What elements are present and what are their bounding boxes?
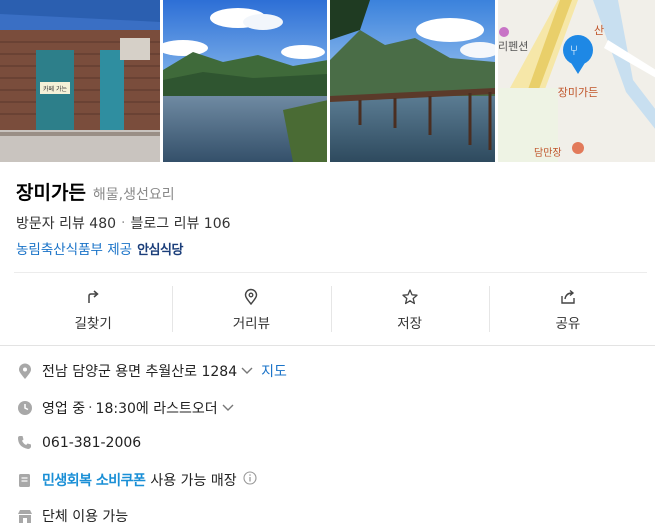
action-bar: 길찾기 거리뷰 저장 공유 xyxy=(14,286,647,334)
group-row: 단체 이용 가능 xyxy=(16,506,128,526)
certification[interactable]: 농림축산식품부 제공 안심식당 xyxy=(16,238,183,258)
directions-button[interactable]: 길찾기 xyxy=(14,286,172,334)
coupon-row: 민생회복 소비쿠폰 사용 가능 매장 xyxy=(16,470,257,490)
info-circle-icon[interactable] xyxy=(243,471,257,489)
map-nearby-label: 담만장 xyxy=(534,147,562,159)
group-text: 단체 이용 가능 xyxy=(42,509,129,525)
place-category: 해물,생선요리 xyxy=(92,187,175,203)
share-button[interactable]: 공유 xyxy=(488,286,647,334)
cert-provider: 농림축산식품부 제공 xyxy=(16,242,133,258)
phone-number: 061-381-2006 xyxy=(42,434,142,451)
street-view-label: 거리뷰 xyxy=(232,316,270,332)
place-title: 장미가든 xyxy=(16,182,86,204)
document-icon xyxy=(16,472,33,489)
separator-dot: · xyxy=(88,400,93,416)
map-side-label: 리펜션 xyxy=(498,40,528,53)
share-icon xyxy=(561,289,575,304)
chevron-down-icon[interactable] xyxy=(241,363,253,379)
street-view-icon xyxy=(245,288,258,306)
visitor-reviews-link[interactable]: 방문자 리뷰 480 xyxy=(16,213,116,233)
map-top-label: 산 xyxy=(594,24,604,37)
title-row: 장미가든 해물,생선요리 xyxy=(16,178,175,205)
divider xyxy=(14,272,647,273)
photo-strip: 카페 가는 ⑂ 산 리펜션 장미가든 담만장 xyxy=(0,0,655,162)
chevron-down-icon[interactable] xyxy=(222,400,234,416)
separator-dot: · xyxy=(121,215,126,231)
clock-icon xyxy=(16,400,33,417)
photo-river-1[interactable] xyxy=(163,0,328,162)
review-counts: 방문자 리뷰 480 · 블로그 리뷰 106 xyxy=(16,213,231,233)
last-order-text: 18:30에 라스트오더 xyxy=(95,401,218,417)
share-label: 공유 xyxy=(555,316,581,332)
section-divider xyxy=(0,345,655,346)
store-sign: 카페 가는 xyxy=(43,85,67,93)
star-icon xyxy=(401,289,418,305)
map-link[interactable]: 지도 xyxy=(261,361,287,381)
photo-storefront[interactable]: 카페 가는 xyxy=(0,0,161,162)
directions-icon xyxy=(88,290,99,303)
safe-restaurant-badge: 안심식당 xyxy=(137,242,183,258)
save-button[interactable]: 저장 xyxy=(330,286,489,334)
address-text: 전남 담양군 용면 추월산로 1284 xyxy=(42,364,238,380)
blog-reviews-link[interactable]: 블로그 리뷰 106 xyxy=(130,213,230,233)
location-pin-icon xyxy=(16,363,33,380)
coupon-text: 사용 가능 매장 xyxy=(150,473,237,489)
open-status: 영업 중 xyxy=(42,401,86,417)
store-icon xyxy=(16,508,33,525)
photo-map[interactable]: ⑂ 산 리펜션 장미가든 담만장 xyxy=(497,0,655,162)
coupon-name: 민생회복 소비쿠폰 xyxy=(42,473,146,489)
map-pin-label: 장미가든 xyxy=(557,86,597,99)
map-pin-icon: ⑂ xyxy=(570,43,578,59)
phone-row[interactable]: 061-381-2006 xyxy=(16,434,141,451)
directions-label: 길찾기 xyxy=(74,316,112,332)
street-view-button[interactable]: 거리뷰 xyxy=(172,286,330,334)
address-row: 전남 담양군 용면 추월산로 1284 지도 xyxy=(16,361,287,381)
phone-icon xyxy=(16,434,33,451)
save-label: 저장 xyxy=(397,316,423,332)
hours-row[interactable]: 영업 중 · 18:30에 라스트오더 xyxy=(16,398,234,418)
photo-bridge[interactable] xyxy=(330,0,495,162)
